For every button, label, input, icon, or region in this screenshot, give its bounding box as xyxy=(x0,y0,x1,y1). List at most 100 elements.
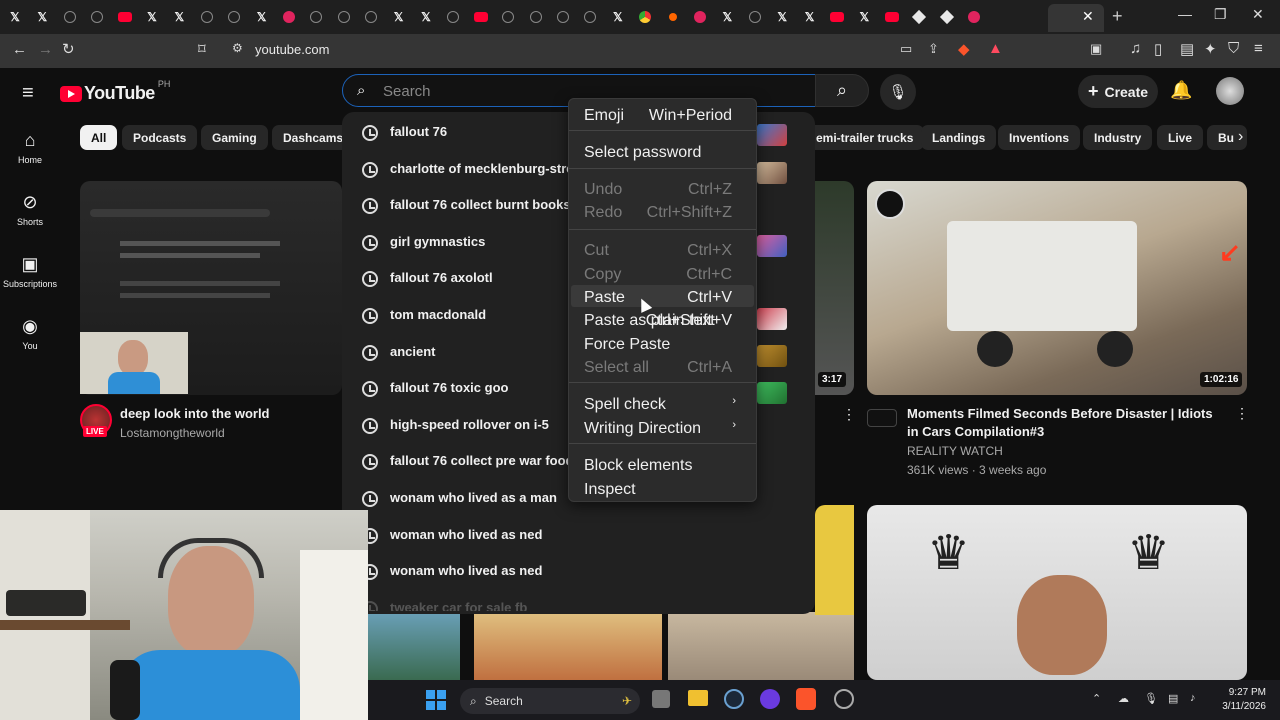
chevron-right-icon[interactable]: › xyxy=(1238,128,1243,146)
avatar[interactable] xyxy=(1216,77,1244,105)
taskbar-search[interactable]: ⌕ Search ✈ xyxy=(460,688,640,714)
media-icon[interactable]: ♫ xyxy=(1130,40,1141,57)
browser-tab[interactable] xyxy=(881,6,903,28)
chip-landings[interactable]: Landings xyxy=(921,125,997,150)
browser-tab[interactable]: 𝕏 xyxy=(168,6,190,28)
menu-icon[interactable]: ≡ xyxy=(1254,40,1263,57)
file-explorer-icon[interactable] xyxy=(688,690,708,706)
vpn-icon[interactable]: ⛉ xyxy=(1228,40,1239,57)
browser-tab[interactable] xyxy=(442,6,464,28)
browser-tab[interactable]: 𝕏 xyxy=(771,6,793,28)
browser-tab[interactable] xyxy=(689,6,711,28)
volume-icon[interactable]: ♪ xyxy=(1190,692,1196,704)
minimize-icon[interactable]: — xyxy=(1178,6,1192,22)
browser-tab[interactable]: 𝕏 xyxy=(4,6,26,28)
search-suggestion[interactable]: wonam who lived as ned xyxy=(342,556,815,592)
forward-icon[interactable]: → xyxy=(38,41,53,58)
task-view-icon[interactable] xyxy=(652,690,670,708)
browser-tab[interactable] xyxy=(936,6,958,28)
video-thumbnail[interactable] xyxy=(668,612,854,680)
sidebar-toggle-icon[interactable]: ▯ xyxy=(1154,40,1162,58)
browser-tab[interactable] xyxy=(470,6,492,28)
browser-tab[interactable]: 𝕏 xyxy=(716,6,738,28)
menu-item-block-elements[interactable]: Block elements xyxy=(584,457,736,475)
browser-tab[interactable] xyxy=(333,6,355,28)
browser-tab[interactable]: 𝕏 xyxy=(251,6,273,28)
chip-industry[interactable]: Industry xyxy=(1083,125,1153,150)
brave-shield-icon[interactable]: ◆ xyxy=(958,40,970,58)
browser-tab[interactable] xyxy=(744,6,766,28)
browser-tab[interactable] xyxy=(963,6,985,28)
browser-tab[interactable]: 𝕏 xyxy=(141,6,163,28)
menu-item-select-password[interactable]: Select password xyxy=(584,144,736,162)
browser-tab[interactable] xyxy=(59,6,81,28)
browser-tab[interactable] xyxy=(552,6,574,28)
search-suggestion[interactable]: tweaker car for sale fb xyxy=(342,593,815,611)
back-icon[interactable]: ← xyxy=(12,41,27,58)
video-thumbnail[interactable] xyxy=(368,612,460,680)
browser-tab[interactable] xyxy=(278,6,300,28)
extension-icon[interactable]: ▣ xyxy=(1090,41,1102,57)
voice-search-icon[interactable]: 🎙 xyxy=(880,74,916,110)
taskbar-clock[interactable]: 9:27 PM 3/11/2026 xyxy=(1212,686,1266,714)
browser-tab[interactable] xyxy=(223,6,245,28)
browser-tab[interactable]: 𝕏 xyxy=(415,6,437,28)
video-thumbnail[interactable] xyxy=(474,612,662,680)
share-icon[interactable]: ⇪ xyxy=(928,41,939,57)
bookmark-icon[interactable]: ⌑ xyxy=(198,40,206,58)
brave-icon[interactable] xyxy=(796,688,816,710)
active-tab[interactable]: ✕ xyxy=(1048,4,1104,32)
more-options-icon[interactable]: ⋮ xyxy=(1235,405,1249,422)
network-icon[interactable]: ☁ xyxy=(1118,692,1129,705)
site-info-icon[interactable]: ⚙ xyxy=(232,41,243,55)
video-thumbnail[interactable]: ↙ xyxy=(867,181,1247,395)
sidebar-item-subscriptions[interactable]: ▣ Subscriptions xyxy=(0,254,60,289)
chip-semi-trailer-trucks[interactable]: emi-trailer trucks xyxy=(805,125,925,150)
hamburger-menu-icon[interactable]: ≡ xyxy=(22,82,34,105)
leo-icon[interactable]: ✦ xyxy=(1204,40,1217,58)
mic-icon[interactable]: 🎙 xyxy=(1144,692,1158,705)
channel-avatar[interactable] xyxy=(867,409,897,427)
close-tab-icon[interactable]: ✕ xyxy=(1082,8,1094,25)
sidebar-item-home[interactable]: ⌂ Home xyxy=(0,130,60,165)
chip-live[interactable]: Live xyxy=(1157,125,1204,150)
menu-item-redo[interactable]: Redo Ctrl+Shift+Z xyxy=(584,204,736,222)
browser-tab[interactable]: 𝕏 xyxy=(799,6,821,28)
menu-item-spell-check[interactable]: Spell check › xyxy=(584,395,736,414)
windows-start-icon[interactable] xyxy=(426,690,446,710)
search-suggestion[interactable]: woman who lived as ned xyxy=(342,520,815,556)
browser-tab[interactable] xyxy=(662,6,684,28)
close-window-icon[interactable]: ✕ xyxy=(1252,6,1264,23)
sidebar-item-you[interactable]: ◉ You xyxy=(0,316,60,351)
create-button[interactable]: + Create xyxy=(1078,75,1158,108)
youtube-logo[interactable]: YouTube PH xyxy=(60,79,170,104)
brave-rewards-icon[interactable]: ▲ xyxy=(988,40,1003,57)
browser-tab[interactable]: 𝕏 xyxy=(607,6,629,28)
screen-icon[interactable]: ▭ xyxy=(900,41,912,57)
menu-item-emoji[interactable]: Emoji Win+Period xyxy=(584,107,736,125)
menu-item-cut[interactable]: Cut Ctrl+X xyxy=(584,242,736,260)
wifi-icon[interactable]: ▤ xyxy=(1168,692,1178,705)
sidebar-item-shorts[interactable]: ⊘ Shorts xyxy=(0,192,60,227)
video-title[interactable]: Moments Filmed Seconds Before Disaster |… xyxy=(907,405,1227,441)
browser-tab[interactable] xyxy=(196,6,218,28)
address-bar[interactable]: youtube.com xyxy=(255,42,329,57)
browser-tab[interactable] xyxy=(86,6,108,28)
menu-item-paste-as-plain-text[interactable]: Paste as plain text Ctrl+Shift+V xyxy=(584,312,736,330)
video-title[interactable]: deep look into the world xyxy=(120,405,270,423)
browser-tab[interactable] xyxy=(908,6,930,28)
restore-icon[interactable]: ❐ xyxy=(1214,6,1227,23)
menu-item-undo[interactable]: Undo Ctrl+Z xyxy=(584,181,736,199)
chip-podcasts[interactable]: Podcasts xyxy=(122,125,198,150)
chip-inventions[interactable]: Inventions xyxy=(998,125,1081,150)
browser-tab[interactable]: 𝕏 xyxy=(31,6,53,28)
search-button[interactable]: ⌕ xyxy=(815,74,869,107)
channel-name[interactable]: REALITY WATCH xyxy=(907,444,1003,458)
browser-tab[interactable]: 𝕏 xyxy=(853,6,875,28)
video-thumbnail[interactable]: ♛ ♛ xyxy=(867,505,1247,680)
discord-icon[interactable] xyxy=(760,689,780,709)
menu-item-paste[interactable]: Paste Ctrl+V xyxy=(584,289,736,307)
menu-item-inspect[interactable]: Inspect xyxy=(584,481,736,499)
video-thumbnail[interactable] xyxy=(815,505,854,615)
menu-item-copy[interactable]: Copy Ctrl+C xyxy=(584,266,736,284)
